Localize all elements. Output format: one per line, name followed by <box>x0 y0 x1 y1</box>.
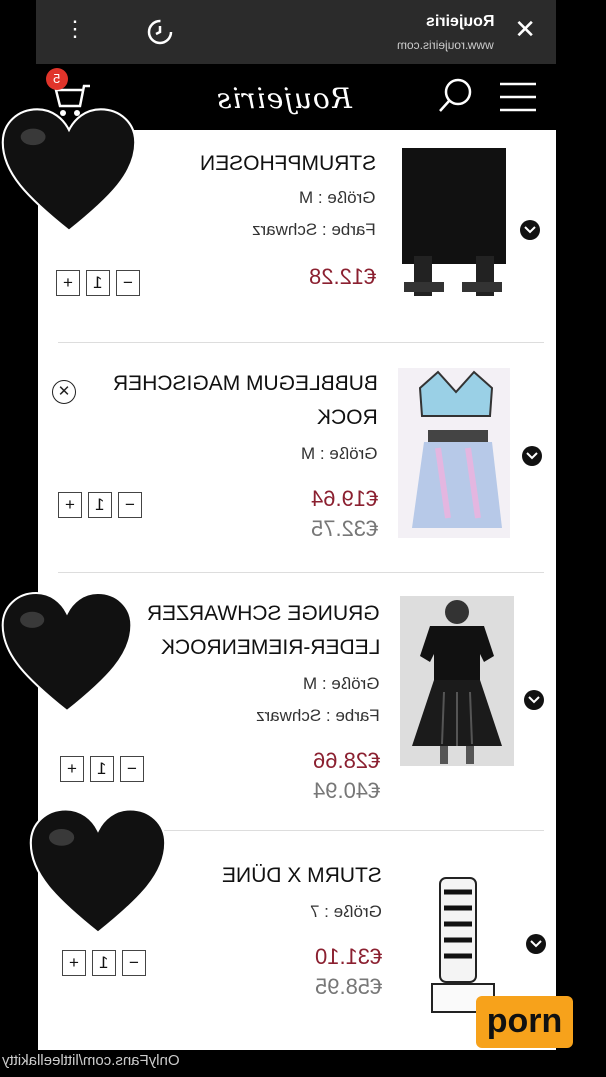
site-logo[interactable]: Roujeiris <box>216 82 352 115</box>
divider <box>58 342 544 343</box>
quantity-increase-button[interactable]: + <box>62 950 86 976</box>
product-name-line2[interactable]: LEDER-RIEMENROCK <box>161 632 380 664</box>
search-icon[interactable] <box>436 76 476 116</box>
cart-count-badge: 5 <box>46 68 68 90</box>
quantity-stepper: + 1 − <box>60 756 144 782</box>
color-attribute: Farbe : Schwarz <box>256 706 380 725</box>
divider <box>58 572 544 573</box>
heart-sticker-icon <box>1 108 137 233</box>
hamburger-menu-icon[interactable] <box>498 80 538 114</box>
expand-chevron-icon[interactable] <box>524 690 544 710</box>
url-text[interactable]: www.roujeiris.com <box>397 38 494 52</box>
quantity-decrease-button[interactable]: − <box>116 270 140 296</box>
product-name[interactable]: STURM X DÜNE <box>222 860 382 892</box>
quantity-increase-button[interactable]: + <box>60 756 84 782</box>
quantity-stepper: + 1 − <box>58 492 142 518</box>
expand-chevron-icon[interactable] <box>522 446 542 466</box>
product-price: €19.64 <box>310 486 378 511</box>
close-tab-icon[interactable]: ✕ <box>514 16 536 42</box>
product-price: €31.10 <box>314 944 382 969</box>
browser-toolbar: ⋮ Roujeiris www.roujeiris.com ✕ <box>36 0 556 64</box>
original-price: €40.94 <box>312 778 380 803</box>
size-attribute: Größe : M <box>299 188 376 207</box>
quantity-value[interactable]: 1 <box>88 492 112 518</box>
more-options-icon[interactable]: ⋮ <box>64 18 86 40</box>
product-name[interactable]: BUBBLEGUM MAGISCHER <box>113 368 378 400</box>
cart-item: ✕ BUBBLEGUM MAGISCHER ROCK Größe : M €19… <box>38 360 556 570</box>
heart-sticker-icon <box>1 592 133 713</box>
size-attribute: Größe : 7 <box>310 902 382 921</box>
size-attribute: Größe : M <box>303 674 380 693</box>
quantity-decrease-button[interactable]: − <box>118 492 142 518</box>
page-title: Roujeiris <box>425 13 494 30</box>
product-name[interactable]: GRUNGE SCHWARZER <box>147 598 380 630</box>
brand-badge: porn <box>476 996 573 1048</box>
product-name-line2[interactable]: ROCK <box>317 402 378 434</box>
quantity-value[interactable]: 1 <box>92 950 116 976</box>
size-attribute: Größe : M <box>301 444 378 463</box>
product-name[interactable]: STRUMPFHOSEN <box>200 148 376 180</box>
quantity-increase-button[interactable]: + <box>58 492 82 518</box>
watermark-text: OnlyFans.com/littleellakitty <box>2 1052 180 1069</box>
expand-chevron-icon[interactable] <box>526 934 546 954</box>
quantity-increase-button[interactable]: + <box>56 270 80 296</box>
product-image[interactable] <box>398 368 510 538</box>
history-clock-icon[interactable] <box>146 18 174 46</box>
quantity-decrease-button[interactable]: − <box>122 950 146 976</box>
product-price: €12.28 <box>308 264 376 289</box>
heart-sticker-icon <box>29 808 167 934</box>
original-price: €32.75 <box>310 516 378 541</box>
product-image[interactable] <box>400 596 514 766</box>
expand-chevron-icon[interactable] <box>520 220 540 240</box>
product-price: €28.66 <box>312 748 380 773</box>
quantity-stepper: + 1 − <box>56 270 140 296</box>
quantity-stepper: + 1 − <box>62 950 146 976</box>
quantity-decrease-button[interactable]: − <box>120 756 144 782</box>
remove-item-icon[interactable]: ✕ <box>52 380 76 404</box>
quantity-value[interactable]: 1 <box>86 270 110 296</box>
color-attribute: Farbe : Schwarz <box>252 220 376 239</box>
original-price: €58.95 <box>314 974 382 999</box>
product-image[interactable] <box>394 146 514 306</box>
quantity-value[interactable]: 1 <box>90 756 114 782</box>
